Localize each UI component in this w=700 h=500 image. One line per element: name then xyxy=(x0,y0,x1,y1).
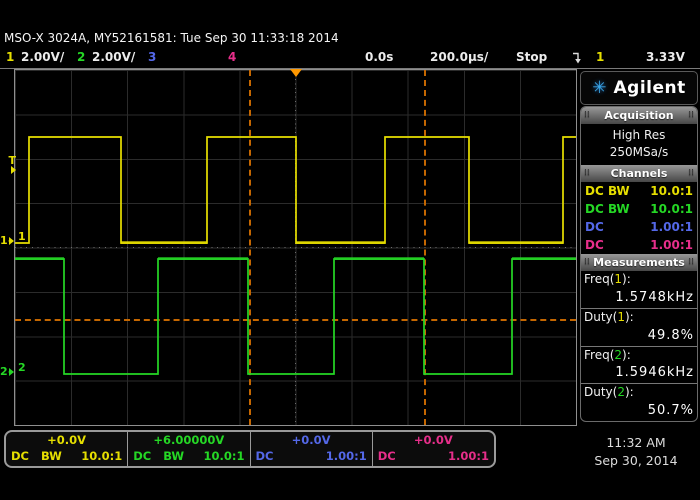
ch1-ground-inline-label: 1 xyxy=(18,230,26,243)
measurement-value: 50.7% xyxy=(584,403,694,421)
oscilloscope-screen: MSO-X 3024A, MY52161581: Tue Sep 30 11:3… xyxy=(0,0,700,500)
bottom-cell-ch3[interactable]: +0.0V DC 1.00:1 xyxy=(251,432,373,466)
ch3-offset: +0.0V xyxy=(256,434,367,447)
ch1-ground-arrow-icon xyxy=(9,237,14,245)
ch1-probe-ratio: 10.0:1 xyxy=(81,450,122,463)
measurement-row[interactable]: Duty(1): 49.8% xyxy=(581,309,697,347)
ch2-offset: +6.00000V xyxy=(133,434,244,447)
ch4-probe-ratio: 1.00:1 xyxy=(448,450,489,463)
scope-display-area: 1 2 T 1 2 xyxy=(0,69,578,425)
ch4-coupling: DC xyxy=(378,450,396,463)
acquisition-section-header[interactable]: ⁞⁞ Acquisition ⁞⁞ xyxy=(581,107,697,124)
channel-row-3[interactable]: DC 1.00:1 xyxy=(581,218,697,236)
ch4-coupling: DC xyxy=(585,236,604,254)
channel-row-1[interactable]: DC BW 10.0:1 xyxy=(581,182,697,200)
ch3-coupling: DC xyxy=(256,450,274,463)
ch2-probe-ratio: 10.0:1 xyxy=(650,200,693,218)
grip-icon: ⁞⁞ xyxy=(584,165,590,182)
bottom-cell-ch2[interactable]: +6.00000V DC BW 10.0:1 xyxy=(128,432,250,466)
ch3-probe-ratio: 1.00:1 xyxy=(326,450,367,463)
sample-rate: 250MSa/s xyxy=(581,144,697,161)
bottom-channel-bar: +0.0V DC BW 10.0:1 +6.00000V DC BW 10.0:… xyxy=(4,430,496,468)
grip-icon: ⁞⁞ xyxy=(688,107,694,124)
ch2-coupling: DC xyxy=(133,450,151,463)
trigger-level-arrow-icon xyxy=(11,166,16,174)
measurement-row[interactable]: Duty(2): 50.7% xyxy=(581,384,697,421)
status-ch3-number[interactable]: 3 xyxy=(148,50,156,64)
graticule[interactable]: 1 2 xyxy=(14,69,577,426)
ch2-bw-limit: BW xyxy=(163,450,184,463)
ch1-ground-label: 1 xyxy=(0,236,8,246)
ch1-bw-limit: BW xyxy=(41,450,62,463)
status-trigger-level[interactable]: 3.33V xyxy=(646,50,685,64)
status-delay[interactable]: 0.0s xyxy=(365,50,393,64)
status-bar: 1 2.00V/ 2 2.00V/ 3 4 0.0s 200.0µs/ Stop… xyxy=(0,47,700,68)
status-ch4-number[interactable]: 4 xyxy=(228,50,236,64)
channel-row-2[interactable]: DC BW 10.0:1 xyxy=(581,200,697,218)
acquisition-info: High Res 250MSa/s xyxy=(581,124,697,165)
measurement-value: 49.8% xyxy=(584,328,694,346)
measurement-row[interactable]: Freq(1): 1.5748kHz xyxy=(581,271,697,309)
ch1-offset: +0.0V xyxy=(11,434,122,447)
ch2-ground-arrow-icon xyxy=(9,368,14,376)
status-ch1-scale[interactable]: 2.00V/ xyxy=(21,50,64,64)
ch1-ground-marker[interactable]: 1 xyxy=(0,236,14,246)
agilent-spark-icon: ✳ xyxy=(592,80,606,97)
grip-icon: ⁞⁞ xyxy=(584,254,590,271)
status-ch2-scale[interactable]: 2.00V/ xyxy=(92,50,135,64)
ch4-probe-ratio: 1.00:1 xyxy=(650,236,693,254)
status-trigger-source[interactable]: 1 xyxy=(596,50,604,64)
ch3-coupling: DC xyxy=(585,218,604,236)
ch3-probe-ratio: 1.00:1 xyxy=(650,218,693,236)
brand-box: ✳ Agilent xyxy=(580,71,698,105)
grip-icon: ⁞⁞ xyxy=(688,254,694,271)
ch2-ground-inline-label: 2 xyxy=(18,361,26,374)
status-ch2-number[interactable]: 2 xyxy=(77,50,85,64)
clock: 11:32 AM Sep 30, 2014 xyxy=(576,434,696,470)
measurement-row[interactable]: Freq(2): 1.5946kHz xyxy=(581,347,697,385)
ch1-coupling: DC BW xyxy=(585,182,630,200)
waveform-traces xyxy=(15,70,576,425)
side-panel: ⁞⁞ Acquisition ⁞⁞ High Res 250MSa/s ⁞⁞ C… xyxy=(580,106,698,422)
falling-edge-trigger-icon xyxy=(572,51,583,67)
clock-date: Sep 30, 2014 xyxy=(576,452,696,470)
status-timebase[interactable]: 200.0µs/ xyxy=(430,50,488,64)
bottom-cell-ch4[interactable]: +0.0V DC 1.00:1 xyxy=(373,432,494,466)
trigger-level-marker[interactable]: T xyxy=(2,156,16,174)
measurement-list: Freq(1): 1.5748kHz Duty(1): 49.8% Freq(2… xyxy=(581,271,697,421)
ch2-probe-ratio: 10.0:1 xyxy=(204,450,245,463)
ch1-probe-ratio: 10.0:1 xyxy=(650,182,693,200)
channels-section-header[interactable]: ⁞⁞ Channels ⁞⁞ xyxy=(581,165,697,182)
ch2-ground-marker[interactable]: 2 xyxy=(0,367,14,377)
status-ch1-number[interactable]: 1 xyxy=(6,50,14,64)
grip-icon: ⁞⁞ xyxy=(584,107,590,124)
measurement-value: 1.5748kHz xyxy=(584,290,694,308)
measurements-section-header[interactable]: ⁞⁞ Measurements ⁞⁞ xyxy=(581,254,697,271)
brand-name: Agilent xyxy=(614,78,686,98)
ch4-offset: +0.0V xyxy=(378,434,489,447)
trigger-position-marker-icon[interactable] xyxy=(290,69,302,77)
acquisition-mode: High Res xyxy=(581,127,697,144)
bottom-cell-ch1[interactable]: +0.0V DC BW 10.0:1 xyxy=(6,432,128,466)
measurement-value: 1.5946kHz xyxy=(584,365,694,383)
grip-icon: ⁞⁞ xyxy=(688,165,694,182)
clock-time: 11:32 AM xyxy=(576,434,696,452)
ch1-coupling: DC xyxy=(11,450,29,463)
ch2-ground-label: 2 xyxy=(0,367,8,377)
channel-row-4[interactable]: DC 1.00:1 xyxy=(581,236,697,254)
trigger-level-label: T xyxy=(8,156,16,166)
ch2-coupling: DC BW xyxy=(585,200,630,218)
instrument-title: MSO-X 3024A, MY52161581: Tue Sep 30 11:3… xyxy=(4,31,339,45)
status-run-state[interactable]: Stop xyxy=(516,50,547,64)
